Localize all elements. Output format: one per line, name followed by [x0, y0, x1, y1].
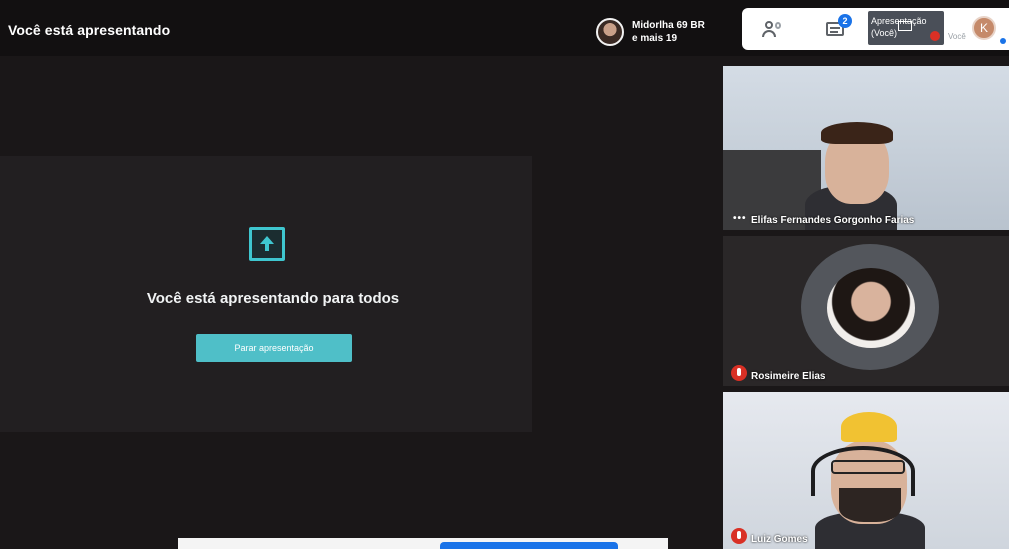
- present-icon: [898, 21, 912, 31]
- viewer-text: Midorlha 69 BR e mais 19: [632, 19, 705, 45]
- mic-off-icon: [930, 31, 940, 41]
- participant-tile[interactable]: ••• Elifas Fernandes Gorgonho Farias: [723, 66, 1009, 230]
- active-dot-icon: [1000, 38, 1006, 44]
- bottom-action-bar[interactable]: [440, 542, 618, 549]
- participant-name: Rosimeire Elias: [751, 371, 826, 382]
- viewer-more: e mais 19: [632, 33, 678, 44]
- participant-hair: [821, 122, 893, 144]
- participant-tile[interactable]: Rosimeire Elias: [723, 236, 1009, 386]
- viewer-summary[interactable]: Midorlha 69 BR e mais 19: [596, 15, 705, 49]
- presentation-tile[interactable]: Apresentação (Você): [868, 11, 944, 45]
- cap-image: [841, 412, 897, 442]
- participant-avatar: [827, 268, 915, 348]
- glasses-image: [831, 460, 905, 474]
- meeting-controls: 2 Apresentação (Você) Você K: [742, 8, 1009, 50]
- beard-image: [839, 488, 901, 522]
- viewer-name: Midorlha 69 BR: [632, 20, 705, 31]
- participant-name: Elifas Fernandes Gorgonho Farias: [751, 215, 915, 226]
- top-bar: Você está apresentando Midorlha 69 BR e …: [0, 0, 1009, 56]
- meeting-app: Você está apresentando Midorlha 69 BR e …: [0, 0, 1009, 549]
- self-avatar[interactable]: K: [972, 16, 996, 40]
- present-upload-icon: [249, 227, 285, 261]
- page-title: Você está apresentando: [8, 22, 171, 38]
- viewer-avatar: [596, 18, 624, 46]
- people-icon[interactable]: [762, 20, 784, 38]
- participant-tile[interactable]: Luiz Gomes: [723, 392, 1009, 549]
- chat-badge: 2: [838, 14, 852, 28]
- stop-presenting-button[interactable]: Parar apresentação: [196, 334, 352, 362]
- participant-avatar-ring: [801, 244, 939, 370]
- self-label: Você: [948, 32, 966, 41]
- participant-name: Luiz Gomes: [751, 534, 808, 545]
- presenting-message: Você está apresentando para todos: [146, 290, 400, 307]
